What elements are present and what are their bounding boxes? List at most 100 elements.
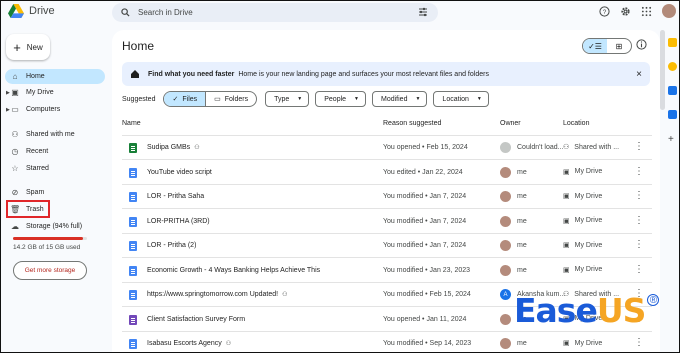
location-cell: ⚇ Shared with ... xyxy=(563,143,619,152)
column-location: Location xyxy=(563,120,590,127)
location-filter[interactable]: Location ▼ xyxy=(433,91,489,107)
reason-suggested: You modified • Jan 7, 2024 xyxy=(383,193,467,200)
files-folders-toggle[interactable]: ✓ Files ▭ Folders xyxy=(163,91,258,107)
owner-cell: me xyxy=(500,264,527,276)
spam-icon: ⊘ xyxy=(11,188,19,197)
type-filter[interactable]: Type ▼ xyxy=(265,91,310,107)
doc-file-icon xyxy=(129,216,137,227)
table-row[interactable]: YouTube video script You edited • Jan 22,… xyxy=(122,161,652,185)
files-segment[interactable]: ✓ Files xyxy=(164,92,207,106)
folder-icon: ▭ xyxy=(214,96,221,103)
owner-cell: me xyxy=(500,191,527,202)
settings-icon[interactable] xyxy=(620,6,631,17)
contacts-icon[interactable] xyxy=(668,110,677,119)
account-avatar[interactable] xyxy=(662,4,676,18)
tasks-icon[interactable] xyxy=(668,86,677,95)
file-name: https://www.springtomorrow.com Updated! ⚇ xyxy=(147,291,288,298)
sidebar-item-spam[interactable]: ⊘ Spam xyxy=(5,185,105,200)
owner-name: me xyxy=(517,217,527,225)
list-view-button[interactable]: ✓☰ xyxy=(583,39,607,53)
new-button-label: New xyxy=(26,42,43,52)
computer-icon: ▭ xyxy=(11,105,19,114)
column-name[interactable]: Name xyxy=(122,120,141,127)
owner-name: me xyxy=(517,242,527,249)
sidebar-item-my-drive[interactable]: ▶ ▣ My Drive xyxy=(5,85,105,100)
grid-view-button[interactable]: ⊞ xyxy=(607,39,631,53)
sidebar-item-computers[interactable]: ▶ ▭ Computers xyxy=(5,102,105,117)
help-icon[interactable]: ? xyxy=(599,5,610,17)
location-name: My Drive xyxy=(574,266,603,273)
sidebar-item-shared-with-me[interactable]: ⚇ Shared with me xyxy=(5,127,105,142)
filter-label: Modified xyxy=(381,95,408,103)
caret-right-icon[interactable]: ▶ xyxy=(6,107,10,113)
location-cell: ▣ My Drive xyxy=(563,266,602,274)
more-options-icon[interactable]: ⋮ xyxy=(634,190,644,201)
location-name: My Drive xyxy=(574,339,603,347)
reason-suggested: You modified • Sep 14, 2023 xyxy=(383,340,472,347)
table-row[interactable]: LOR - Pritha Saha You modified • Jan 7, 2… xyxy=(122,185,652,209)
calendar-icon[interactable] xyxy=(668,38,677,47)
folders-segment[interactable]: ▭ Folders xyxy=(206,92,256,106)
sidebar-item-starred[interactable]: ☆ Starred xyxy=(5,161,105,176)
search-icon[interactable] xyxy=(121,8,130,17)
file-name: Client Satisfaction Survey Form xyxy=(147,315,246,323)
sidebar-item-home[interactable]: ⌂ Home xyxy=(5,69,105,84)
table-row[interactable]: Sudipa GMBs ⚇ You opened • Feb 15, 2024 Cou… xyxy=(122,136,652,160)
more-options-icon[interactable]: ⋮ xyxy=(634,215,644,226)
info-icon[interactable] xyxy=(636,39,647,50)
file-name: YouTube video script xyxy=(147,168,212,176)
modified-filter[interactable]: Modified ▼ xyxy=(372,91,428,107)
table-row[interactable]: Economic Growth - 4 Ways Banking Helps A… xyxy=(122,259,652,283)
column-owner: Owner xyxy=(500,120,521,127)
check-icon: ✓ xyxy=(172,96,179,103)
drive-logo[interactable]: Drive xyxy=(8,4,55,18)
add-app-icon[interactable]: + xyxy=(668,134,674,145)
filter-bar: Suggested ✓ Files ▭ Folders Type ▼ People ▼ … xyxy=(122,91,495,107)
file-name: LOR - Pritha (2) xyxy=(147,242,197,249)
registered-mark: ® xyxy=(647,294,660,306)
app-name: Drive xyxy=(29,5,55,17)
table-row[interactable]: LOR-PRITHA (3RD) You modified • Jan 7, 20… xyxy=(122,210,652,234)
side-panel-rail: + xyxy=(665,30,680,353)
keep-icon[interactable] xyxy=(668,62,677,71)
page-title: Home xyxy=(122,39,155,53)
file-name: Sudipa GMBs ⚇ xyxy=(147,144,200,151)
doc-file-icon xyxy=(129,167,137,178)
location-name: My Drive xyxy=(574,168,603,175)
table-row[interactable]: Isabasu Escorts Agency ⚇ You modified • Se… xyxy=(122,332,652,353)
storage-text: 14.2 GB of 15 GB used xyxy=(13,244,81,251)
file-name: LOR - Pritha Saha xyxy=(147,193,205,200)
more-options-icon[interactable]: ⋮ xyxy=(634,239,644,250)
more-options-icon[interactable]: ⋮ xyxy=(634,264,644,275)
new-button[interactable]: + New xyxy=(6,34,50,60)
doc-file-icon xyxy=(129,265,137,276)
close-icon[interactable]: × xyxy=(636,69,642,80)
location-cell: ▣ My Drive xyxy=(563,192,603,201)
location-name: My Drive xyxy=(574,241,603,249)
caret-right-icon[interactable]: ▶ xyxy=(6,90,10,96)
search-input[interactable] xyxy=(138,8,398,17)
filter-label: Type xyxy=(274,95,290,103)
more-options-icon[interactable]: ⋮ xyxy=(634,166,644,177)
search-bar[interactable] xyxy=(112,3,438,22)
location-name: My Drive xyxy=(574,192,603,200)
info-banner: Find what you need faster Home is your n… xyxy=(122,62,650,86)
reason-suggested: You edited • Jan 22, 2024 xyxy=(383,168,463,176)
owner-avatar xyxy=(500,338,511,349)
people-filter[interactable]: People ▼ xyxy=(315,91,366,107)
location-cell: ▣ My Drive xyxy=(563,217,602,225)
location-cell: ▣ My Drive xyxy=(563,168,602,176)
plus-icon: + xyxy=(13,39,21,55)
table-header: Name Reason suggested Owner Location xyxy=(122,120,652,132)
apps-grid-icon[interactable] xyxy=(641,6,652,17)
more-options-icon[interactable]: ⋮ xyxy=(634,337,644,348)
sidebar-item-recent[interactable]: ◷ Recent xyxy=(5,144,105,159)
sidebar-item-label: Storage (94% full) xyxy=(26,223,83,230)
sidebar-item-storage[interactable]: ☁ Storage (94% full) xyxy=(5,219,105,234)
view-toggle[interactable]: ✓☰ ⊞ xyxy=(582,38,632,54)
filter-options-icon[interactable] xyxy=(418,7,428,17)
more-options-icon[interactable]: ⋮ xyxy=(634,141,644,152)
table-row[interactable]: LOR - Pritha (2) You modified • Jan 7, 20… xyxy=(122,234,652,258)
drive-icon: ▣ xyxy=(11,88,19,97)
get-more-storage-button[interactable]: Get more storage xyxy=(13,261,87,280)
